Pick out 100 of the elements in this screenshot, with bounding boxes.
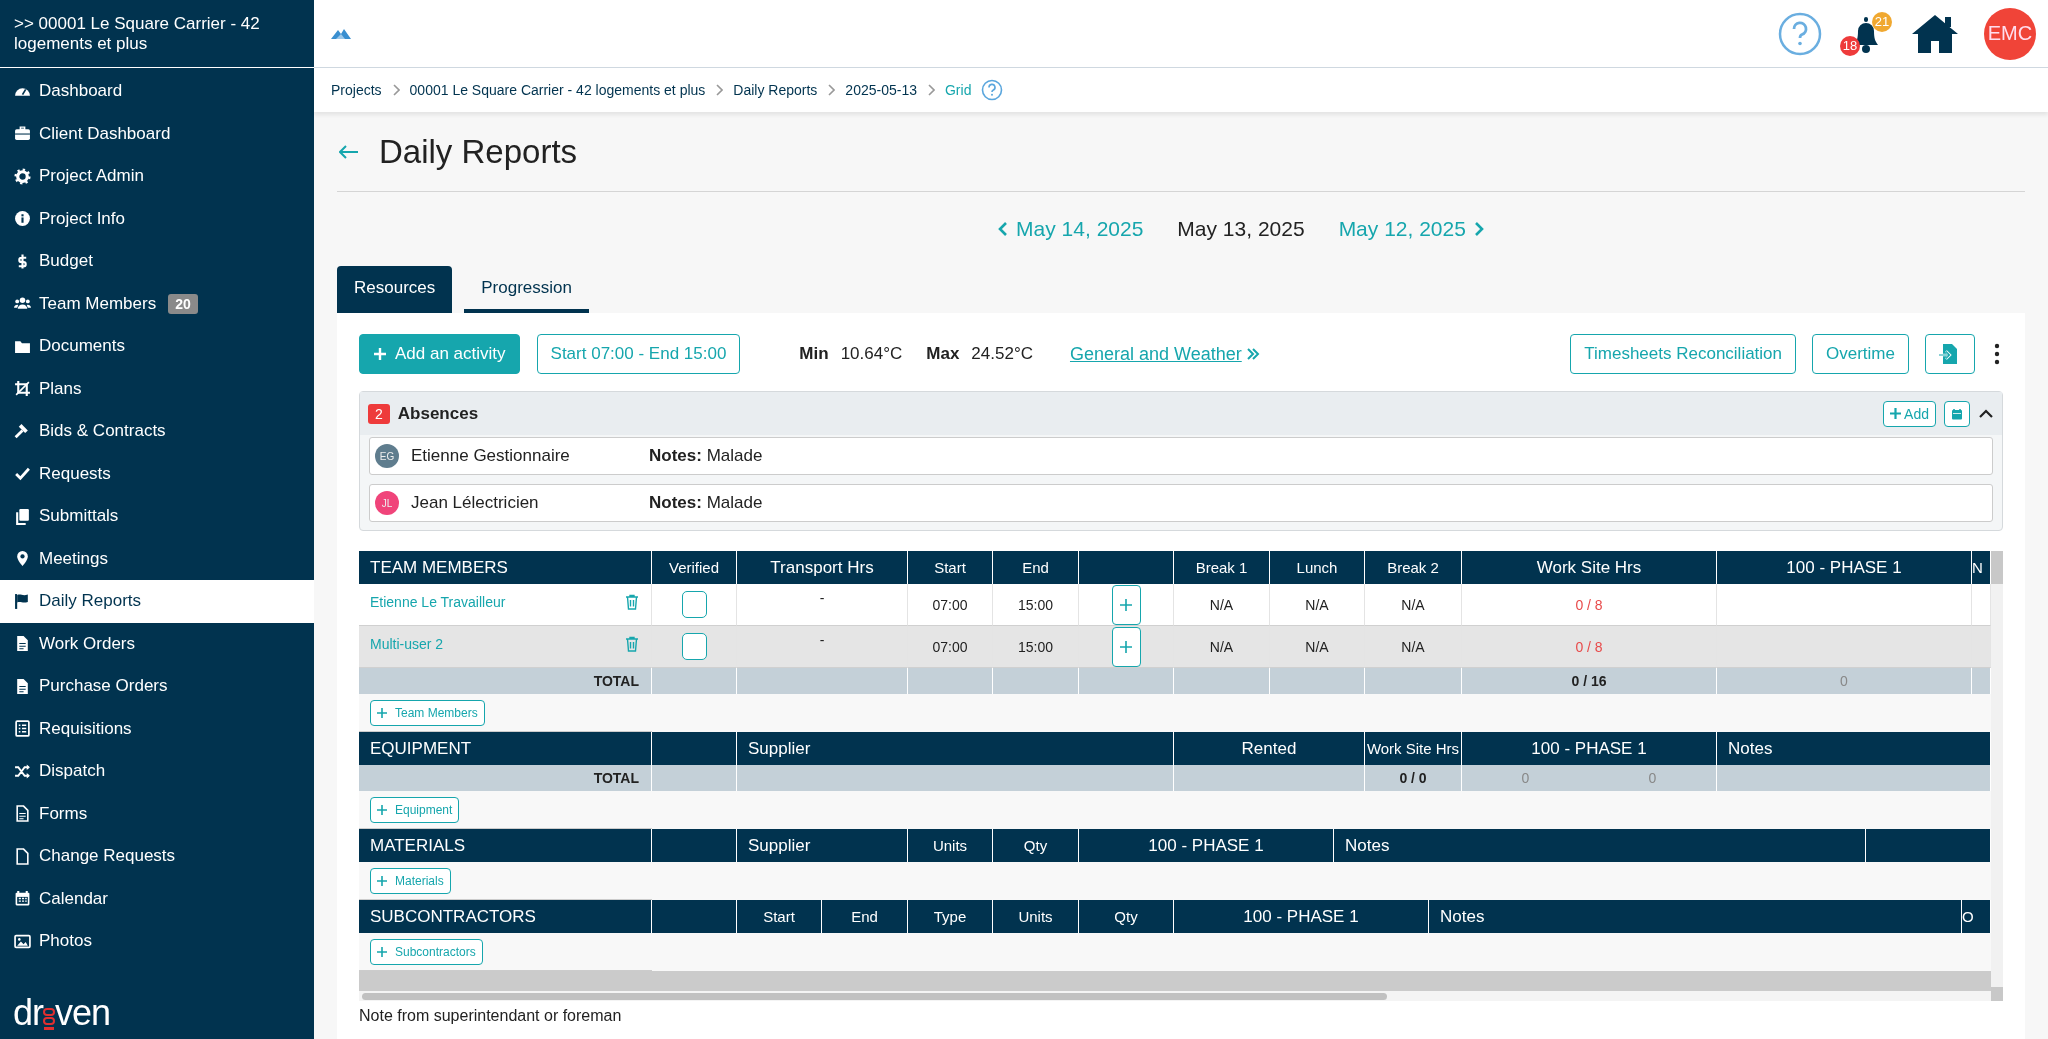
column-header: Work Site Hrs bbox=[1365, 732, 1462, 765]
checklist-icon bbox=[14, 720, 31, 738]
sidebar-label: Documents bbox=[39, 336, 125, 357]
trash-icon[interactable] bbox=[625, 636, 639, 652]
table-cell: 07:00 bbox=[932, 638, 968, 655]
sidebar-item[interactable]: Calendar bbox=[0, 877, 314, 920]
total-value: 0 / 0 bbox=[1399, 770, 1427, 786]
add-button[interactable] bbox=[1111, 626, 1141, 667]
sidebar-item[interactable]: Documents bbox=[0, 325, 314, 368]
sidebar-item[interactable]: Change Requests bbox=[0, 835, 314, 878]
plus-icon bbox=[373, 347, 387, 361]
sidebar-item[interactable]: Work Orders bbox=[0, 622, 314, 665]
section-header: SUBCONTRACTORS bbox=[359, 900, 652, 933]
document-icon bbox=[14, 635, 31, 653]
sidebar-label: Work Orders bbox=[39, 633, 136, 654]
gear-icon bbox=[14, 167, 31, 185]
back-arrow-icon[interactable] bbox=[339, 144, 359, 159]
trash-icon[interactable] bbox=[625, 594, 639, 610]
sidebar-label: Dispatch bbox=[39, 761, 106, 782]
chevron-right-icon bbox=[391, 84, 400, 96]
chevron-right-icon bbox=[715, 84, 724, 96]
column-header: Start bbox=[737, 900, 822, 933]
sidebar-item[interactable]: Plans bbox=[0, 367, 314, 410]
document-icon bbox=[14, 805, 31, 823]
sidebar-label: Bids & Contracts bbox=[39, 421, 166, 442]
table-cell: N/A bbox=[1305, 596, 1329, 613]
table-cell: 0 / 8 bbox=[1575, 596, 1603, 613]
breadcrumb-link[interactable]: Daily Reports bbox=[733, 82, 818, 98]
sidebar-label: Submittals bbox=[39, 506, 119, 527]
logo-text: dr bbox=[13, 995, 43, 1031]
logo-text: ven bbox=[55, 995, 111, 1031]
column-header: 100 - PHASE 1 bbox=[1174, 900, 1429, 933]
column-header: Rented bbox=[1174, 732, 1365, 765]
vertical-scrollbar[interactable] bbox=[1991, 551, 2003, 1001]
section-header: TEAM MEMBERS bbox=[359, 551, 652, 584]
sidebar-item[interactable]: Project Admin bbox=[0, 155, 314, 198]
document-icon bbox=[14, 677, 31, 695]
calendar-icon bbox=[14, 890, 31, 908]
column-header: 100 - PHASE 1 bbox=[1462, 732, 1717, 765]
sidebar-item[interactable]: Requests bbox=[0, 452, 314, 495]
sidebar-label: Plans bbox=[39, 378, 82, 399]
breadcrumb-link[interactable]: 00001 Le Square Carrier - 42 logements et plus bbox=[409, 82, 706, 98]
add-button[interactable] bbox=[1111, 584, 1141, 625]
page-icon bbox=[14, 847, 31, 865]
table-cell bbox=[1972, 626, 1991, 668]
sidebar-item[interactable]: Photos bbox=[0, 920, 314, 963]
sidebar-item[interactable]: Client Dashboard bbox=[0, 112, 314, 155]
sidebar-item[interactable]: Requisitions bbox=[0, 707, 314, 750]
min-label: Min bbox=[799, 344, 829, 364]
initials-avatar: EG bbox=[375, 444, 399, 468]
logo-mark-icon bbox=[43, 1005, 55, 1031]
sidebar-item[interactable]: Team Members 20 bbox=[0, 282, 314, 325]
sidebar-item[interactable]: Dispatch bbox=[0, 750, 314, 793]
info-icon bbox=[14, 210, 31, 228]
sidebar-label: Team Members bbox=[39, 293, 157, 314]
total-label: TOTAL bbox=[593, 673, 639, 689]
help-icon[interactable] bbox=[1778, 11, 1822, 56]
count-badge: 2 bbox=[368, 403, 390, 424]
chevron-left-icon bbox=[998, 221, 1009, 237]
table-cell: N/A bbox=[1209, 596, 1234, 613]
column-header: Supplier bbox=[737, 732, 1174, 765]
plus-icon bbox=[377, 707, 387, 718]
table-cell: - bbox=[819, 590, 825, 606]
column-header: End bbox=[993, 551, 1079, 584]
plus-icon bbox=[1119, 639, 1133, 654]
caret-up-icon[interactable] bbox=[1978, 407, 1994, 420]
total-value: 0 bbox=[1648, 770, 1657, 786]
column-header: Work Site Hrs bbox=[1462, 551, 1717, 584]
sidebar-item[interactable]: Project Info bbox=[0, 197, 314, 240]
absence-notes: Notes: Malade bbox=[649, 493, 763, 513]
flag-icon bbox=[14, 592, 31, 610]
sidebar-item[interactable]: Dashboard bbox=[0, 70, 314, 113]
calendar-button[interactable] bbox=[1944, 400, 1970, 427]
column-header: Qty bbox=[1079, 900, 1174, 933]
table-cell: 15:00 bbox=[1017, 638, 1053, 655]
sidebar-item[interactable]: Purchase Orders bbox=[0, 665, 314, 708]
export-button[interactable] bbox=[1925, 334, 1975, 374]
sidebar-item[interactable]: Daily Reports bbox=[0, 580, 314, 623]
sidebar-item[interactable]: Budget bbox=[0, 240, 314, 283]
sidebar-item[interactable]: Submittals bbox=[0, 495, 314, 538]
column-header: N bbox=[1972, 551, 1991, 584]
section-header: EQUIPMENT bbox=[359, 732, 652, 765]
min-temperature: 10.64°C bbox=[840, 344, 903, 364]
column-header: Break 1 bbox=[1174, 551, 1270, 584]
breadcrumb-link[interactable]: Projects bbox=[331, 82, 382, 98]
verified-checkbox[interactable] bbox=[681, 591, 707, 618]
column-header: Units bbox=[993, 900, 1079, 933]
verified-checkbox[interactable] bbox=[681, 633, 707, 660]
breadcrumb-link[interactable]: 2025-05-13 bbox=[845, 82, 917, 98]
total-value: 0 bbox=[1521, 770, 1530, 786]
sidebar-item[interactable]: Forms bbox=[0, 792, 314, 835]
sidebar-label: Project Admin bbox=[39, 166, 144, 187]
sidebar-item[interactable]: Bids & Contracts bbox=[0, 410, 314, 453]
plus-icon bbox=[377, 946, 387, 957]
tab[interactable]: Resources bbox=[337, 266, 453, 313]
count-badge: 20 bbox=[168, 293, 198, 314]
sidebar-item[interactable]: Meetings bbox=[0, 537, 314, 580]
column-header: Units bbox=[908, 829, 993, 862]
help-icon[interactable] bbox=[981, 79, 1004, 101]
horizontal-scrollbar[interactable] bbox=[359, 991, 1991, 1001]
